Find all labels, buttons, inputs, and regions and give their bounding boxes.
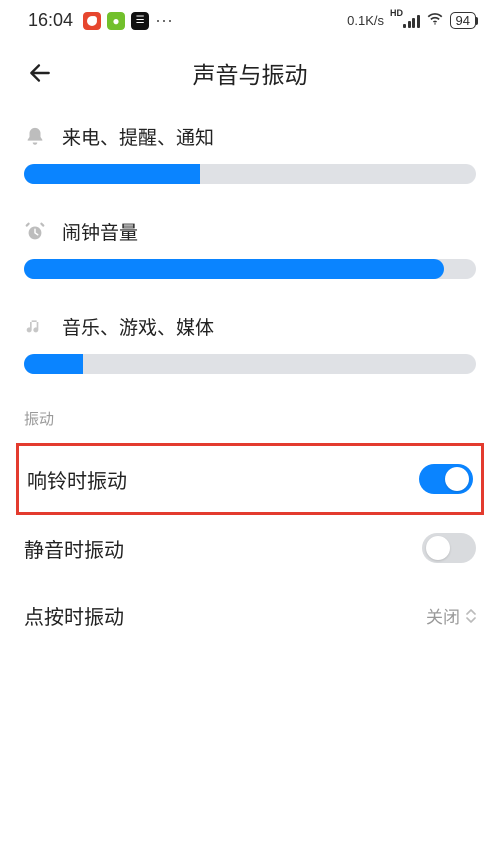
slider-ringtone: 来电、提醒、通知	[24, 123, 476, 184]
battery-percent: 94	[456, 14, 470, 27]
status-right: 0.1K/s HD 94	[347, 10, 478, 31]
status-notification-icons: ● ☰ ⋯	[83, 12, 173, 30]
cellular-signal-icon	[403, 14, 420, 28]
slider-alarm-fill	[24, 259, 444, 279]
tap-vibrate-label: 点按时振动	[24, 601, 124, 630]
back-button[interactable]	[20, 53, 60, 93]
status-left: 16:04 ● ☰ ⋯	[28, 10, 173, 31]
tap-vibrate-value: 关闭	[426, 603, 460, 628]
slider-media-fill	[24, 354, 83, 374]
music-note-icon	[24, 316, 46, 338]
tap-vibrate-value-wrap: 关闭	[426, 603, 476, 628]
tap-vibrate-row[interactable]: 点按时振动 关闭	[24, 581, 476, 650]
slider-alarm-label: 闹钟音量	[62, 218, 138, 245]
bell-icon	[24, 126, 46, 148]
status-time: 16:04	[28, 10, 73, 31]
chevron-updown-icon	[466, 609, 476, 623]
section-vibration-label: 振动	[24, 408, 476, 429]
slider-alarm: 闹钟音量	[24, 218, 476, 279]
settings-content: 来电、提醒、通知 闹钟音量 音乐、	[0, 103, 500, 650]
slider-ringtone-fill	[24, 164, 200, 184]
toggle-silent-vibrate-row: 静音时振动	[24, 515, 476, 581]
toggle-ring-vibrate-row: 响铃时振动	[16, 443, 484, 515]
slider-alarm-track[interactable]	[24, 259, 476, 279]
slider-media: 音乐、游戏、媒体	[24, 313, 476, 374]
page-header: 声音与振动	[0, 35, 500, 103]
alarm-clock-icon	[24, 221, 46, 243]
network-speed: 0.1K/s	[347, 13, 384, 28]
switch-knob	[426, 536, 450, 560]
slider-media-label: 音乐、游戏、媒体	[62, 313, 214, 340]
toggle-ring-vibrate-switch[interactable]	[419, 464, 473, 494]
slider-ringtone-track[interactable]	[24, 164, 476, 184]
page-title: 声音与振动	[60, 56, 440, 90]
status-bar: 16:04 ● ☰ ⋯ 0.1K/s HD 94	[0, 0, 500, 35]
more-notifications-icon: ⋯	[155, 12, 173, 30]
slider-ringtone-label: 来电、提醒、通知	[62, 123, 214, 150]
toggle-ring-vibrate-label: 响铃时振动	[27, 465, 127, 494]
toggle-silent-vibrate-label: 静音时振动	[24, 534, 124, 563]
wifi-icon	[426, 10, 444, 31]
slider-media-track[interactable]	[24, 354, 476, 374]
network-type-badge: HD	[390, 9, 403, 18]
message-app-icon: ●	[107, 12, 125, 30]
shop-app-icon: ☰	[131, 12, 149, 30]
weibo-icon	[83, 12, 101, 30]
switch-knob	[445, 467, 469, 491]
toggle-silent-vibrate-switch[interactable]	[422, 533, 476, 563]
battery-indicator: 94	[450, 12, 476, 29]
